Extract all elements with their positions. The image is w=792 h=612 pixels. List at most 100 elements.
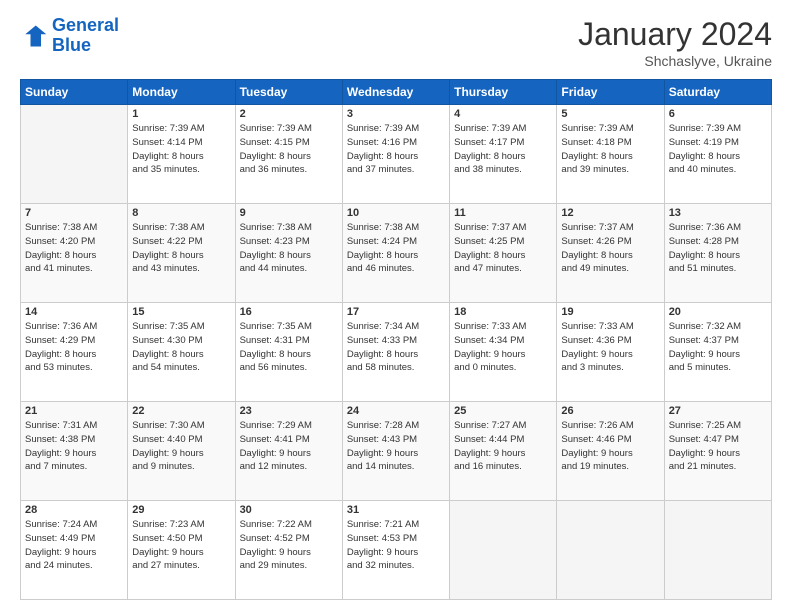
day-number: 3 (347, 108, 445, 120)
day-info: Sunrise: 7:39 AMSunset: 4:15 PMDaylight:… (240, 122, 338, 177)
day-cell: 23 Sunrise: 7:29 AMSunset: 4:41 PMDayligh… (235, 402, 342, 501)
day-number: 26 (561, 405, 659, 417)
day-number: 1 (132, 108, 230, 120)
day-number: 12 (561, 207, 659, 219)
day-info: Sunrise: 7:39 AMSunset: 4:18 PMDaylight:… (561, 122, 659, 177)
location-subtitle: Shchaslyve, Ukraine (578, 53, 772, 69)
col-monday: Monday (128, 80, 235, 105)
day-cell: 15Sunrise: 7:35 AMSunset: 4:30 PMDayligh… (128, 303, 235, 402)
day-cell: 9 Sunrise: 7:38 AMSunset: 4:23 PMDaylight… (235, 204, 342, 303)
day-number: 6 (669, 108, 767, 120)
week-row-3: 14 Sunrise: 7:36 AMSunset: 4:29 PMDayligh… (21, 303, 772, 402)
day-number: 22 (132, 405, 230, 417)
header-row: Sunday Monday Tuesday Wednesday Thursday… (21, 80, 772, 105)
col-friday: Friday (557, 80, 664, 105)
day-info: Sunrise: 7:36 AMSunset: 4:29 PMDaylight:… (25, 320, 123, 375)
day-number: 18 (454, 306, 552, 318)
col-wednesday: Wednesday (342, 80, 449, 105)
col-saturday: Saturday (664, 80, 771, 105)
day-number: 28 (25, 504, 123, 516)
title-block: January 2024 Shchaslyve, Ukraine (578, 16, 772, 69)
day-info: Sunrise: 7:32 AMSunset: 4:37 PMDaylight:… (669, 320, 767, 375)
day-cell: 18 Sunrise: 7:33 AMSunset: 4:34 PMDayligh… (450, 303, 557, 402)
day-cell (557, 501, 664, 600)
day-cell: 28Sunrise: 7:24 AMSunset: 4:49 PMDayligh… (21, 501, 128, 600)
day-number: 14 (25, 306, 123, 318)
week-row-4: 21 Sunrise: 7:31 AMSunset: 4:38 PMDayligh… (21, 402, 772, 501)
day-cell: 8Sunrise: 7:38 AMSunset: 4:22 PMDaylight… (128, 204, 235, 303)
day-info: Sunrise: 7:30 AMSunset: 4:40 PMDaylight:… (132, 419, 230, 474)
day-info: Sunrise: 7:37 AMSunset: 4:25 PMDaylight:… (454, 221, 552, 276)
day-cell: 13 Sunrise: 7:36 AMSunset: 4:28 PMDayligh… (664, 204, 771, 303)
day-cell: 30 Sunrise: 7:22 AMSunset: 4:52 PMDayligh… (235, 501, 342, 600)
day-info: Sunrise: 7:39 AMSunset: 4:14 PMDaylight:… (132, 122, 230, 177)
week-row-5: 28Sunrise: 7:24 AMSunset: 4:49 PMDayligh… (21, 501, 772, 600)
day-info: Sunrise: 7:38 AMSunset: 4:22 PMDaylight:… (132, 221, 230, 276)
day-info: Sunrise: 7:35 AMSunset: 4:31 PMDaylight:… (240, 320, 338, 375)
day-info: Sunrise: 7:25 AMSunset: 4:47 PMDaylight:… (669, 419, 767, 474)
day-number: 13 (669, 207, 767, 219)
day-info: Sunrise: 7:36 AMSunset: 4:28 PMDaylight:… (669, 221, 767, 276)
day-cell: 3 Sunrise: 7:39 AMSunset: 4:16 PMDaylight… (342, 105, 449, 204)
page: GeneralBlue January 2024 Shchaslyve, Ukr… (0, 0, 792, 612)
day-info: Sunrise: 7:28 AMSunset: 4:43 PMDaylight:… (347, 419, 445, 474)
week-row-2: 7 Sunrise: 7:38 AMSunset: 4:20 PMDaylight… (21, 204, 772, 303)
day-cell: 21 Sunrise: 7:31 AMSunset: 4:38 PMDayligh… (21, 402, 128, 501)
day-info: Sunrise: 7:27 AMSunset: 4:44 PMDaylight:… (454, 419, 552, 474)
day-info: Sunrise: 7:38 AMSunset: 4:24 PMDaylight:… (347, 221, 445, 276)
col-tuesday: Tuesday (235, 80, 342, 105)
day-info: Sunrise: 7:39 AMSunset: 4:16 PMDaylight:… (347, 122, 445, 177)
day-cell: 26 Sunrise: 7:26 AMSunset: 4:46 PMDayligh… (557, 402, 664, 501)
day-info: Sunrise: 7:31 AMSunset: 4:38 PMDaylight:… (25, 419, 123, 474)
day-number: 10 (347, 207, 445, 219)
day-number: 24 (347, 405, 445, 417)
header: GeneralBlue January 2024 Shchaslyve, Ukr… (20, 16, 772, 69)
day-info: Sunrise: 7:29 AMSunset: 4:41 PMDaylight:… (240, 419, 338, 474)
day-cell: 22 Sunrise: 7:30 AMSunset: 4:40 PMDayligh… (128, 402, 235, 501)
day-cell: 16 Sunrise: 7:35 AMSunset: 4:31 PMDayligh… (235, 303, 342, 402)
day-cell (450, 501, 557, 600)
logo: GeneralBlue (20, 16, 119, 56)
day-cell: 19Sunrise: 7:33 AMSunset: 4:36 PMDayligh… (557, 303, 664, 402)
logo-text: GeneralBlue (52, 16, 119, 56)
day-number: 23 (240, 405, 338, 417)
day-info: Sunrise: 7:22 AMSunset: 4:52 PMDaylight:… (240, 518, 338, 573)
day-number: 17 (347, 306, 445, 318)
day-number: 21 (25, 405, 123, 417)
day-cell: 14 Sunrise: 7:36 AMSunset: 4:29 PMDayligh… (21, 303, 128, 402)
day-number: 31 (347, 504, 445, 516)
day-number: 20 (669, 306, 767, 318)
day-info: Sunrise: 7:33 AMSunset: 4:34 PMDaylight:… (454, 320, 552, 375)
day-number: 7 (25, 207, 123, 219)
day-info: Sunrise: 7:34 AMSunset: 4:33 PMDaylight:… (347, 320, 445, 375)
day-number: 16 (240, 306, 338, 318)
day-number: 2 (240, 108, 338, 120)
day-info: Sunrise: 7:37 AMSunset: 4:26 PMDaylight:… (561, 221, 659, 276)
day-info: Sunrise: 7:39 AMSunset: 4:19 PMDaylight:… (669, 122, 767, 177)
day-cell: 11Sunrise: 7:37 AMSunset: 4:25 PMDayligh… (450, 204, 557, 303)
day-cell: 7 Sunrise: 7:38 AMSunset: 4:20 PMDaylight… (21, 204, 128, 303)
day-number: 30 (240, 504, 338, 516)
day-number: 5 (561, 108, 659, 120)
day-cell: 24 Sunrise: 7:28 AMSunset: 4:43 PMDayligh… (342, 402, 449, 501)
col-thursday: Thursday (450, 80, 557, 105)
day-cell: 31Sunrise: 7:21 AMSunset: 4:53 PMDayligh… (342, 501, 449, 600)
day-info: Sunrise: 7:38 AMSunset: 4:20 PMDaylight:… (25, 221, 123, 276)
week-row-1: 1 Sunrise: 7:39 AMSunset: 4:14 PMDaylight… (21, 105, 772, 204)
day-info: Sunrise: 7:33 AMSunset: 4:36 PMDaylight:… (561, 320, 659, 375)
day-cell: 4Sunrise: 7:39 AMSunset: 4:17 PMDaylight… (450, 105, 557, 204)
day-cell (664, 501, 771, 600)
day-cell: 5 Sunrise: 7:39 AMSunset: 4:18 PMDaylight… (557, 105, 664, 204)
day-number: 9 (240, 207, 338, 219)
day-info: Sunrise: 7:38 AMSunset: 4:23 PMDaylight:… (240, 221, 338, 276)
day-cell: 10 Sunrise: 7:38 AMSunset: 4:24 PMDayligh… (342, 204, 449, 303)
day-cell: 1 Sunrise: 7:39 AMSunset: 4:14 PMDaylight… (128, 105, 235, 204)
day-number: 29 (132, 504, 230, 516)
day-cell: 2 Sunrise: 7:39 AMSunset: 4:15 PMDaylight… (235, 105, 342, 204)
day-cell: 17 Sunrise: 7:34 AMSunset: 4:33 PMDayligh… (342, 303, 449, 402)
day-cell: 25Sunrise: 7:27 AMSunset: 4:44 PMDayligh… (450, 402, 557, 501)
day-cell (21, 105, 128, 204)
day-info: Sunrise: 7:26 AMSunset: 4:46 PMDaylight:… (561, 419, 659, 474)
day-info: Sunrise: 7:35 AMSunset: 4:30 PMDaylight:… (132, 320, 230, 375)
day-info: Sunrise: 7:23 AMSunset: 4:50 PMDaylight:… (132, 518, 230, 573)
